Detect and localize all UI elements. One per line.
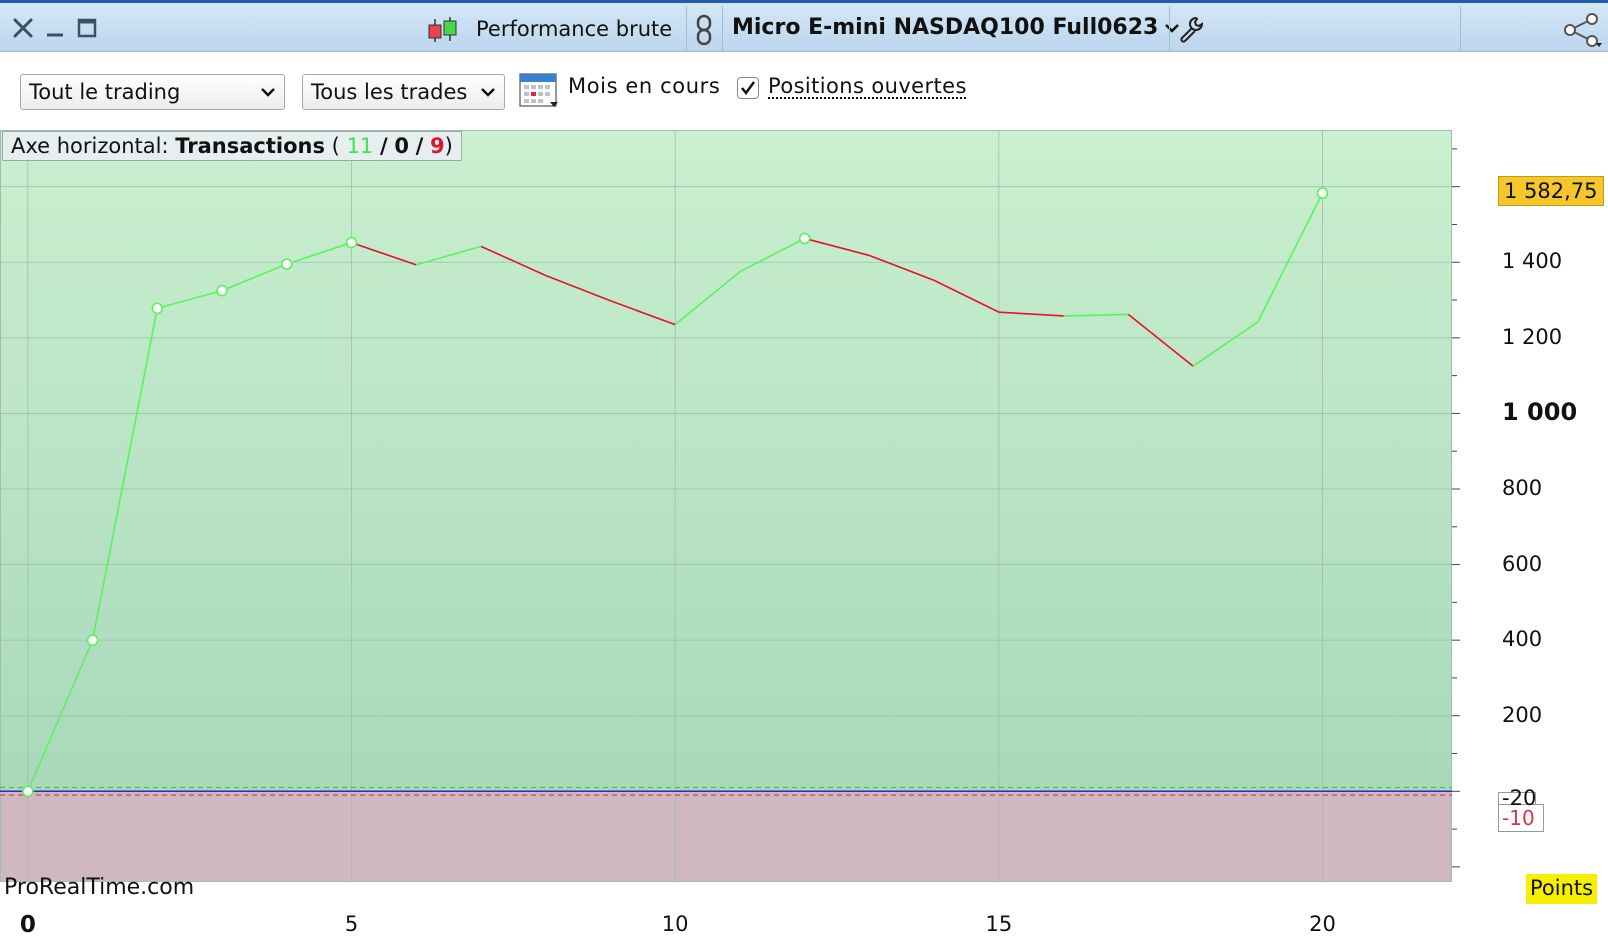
equity-marker[interactable] xyxy=(151,302,164,315)
x-tick-label: 10 xyxy=(661,912,689,936)
open-positions-checkbox[interactable] xyxy=(737,77,759,99)
losing-trades-count: 9 xyxy=(430,134,445,158)
axis-prefix: Axe horizontal: xyxy=(11,134,169,158)
open-paren: ( xyxy=(331,134,340,158)
title-bar: Performance brute Micro E-mini NASDAQ100… xyxy=(0,0,1608,52)
equity-marker[interactable] xyxy=(86,634,99,646)
last-value-label: 1 582,75 xyxy=(1498,176,1604,207)
separator xyxy=(1169,6,1170,52)
period-label[interactable]: Mois en cours xyxy=(568,74,720,98)
y-tick-label: 1 200 xyxy=(1502,324,1563,349)
y-tick-label: 600 xyxy=(1502,551,1543,576)
equity-marker[interactable] xyxy=(22,785,34,798)
y-tick-label: 1 400 xyxy=(1502,249,1563,274)
instrument-selector[interactable]: Micro E-mini NASDAQ100 Full0623 xyxy=(732,15,1180,40)
equity-marker[interactable] xyxy=(345,236,358,249)
window-title: Performance brute xyxy=(476,17,673,41)
x-tick-label: 0 xyxy=(19,912,36,938)
slash: / xyxy=(415,134,424,158)
y-tick-label: 200 xyxy=(1502,702,1543,727)
unit-label: Points xyxy=(1526,874,1598,904)
open-positions-label[interactable]: Positions ouvertes xyxy=(768,74,967,98)
equity-chart xyxy=(0,130,1460,882)
x-tick-label: 15 xyxy=(985,912,1013,936)
y-tick-label: 800 xyxy=(1502,475,1543,500)
share-icon[interactable] xyxy=(1562,13,1604,49)
instrument-name: Micro E-mini NASDAQ100 Full0623 xyxy=(732,15,1159,40)
link-icon[interactable] xyxy=(692,13,716,47)
y-tick-label: -20 xyxy=(1502,785,1537,810)
equity-marker[interactable] xyxy=(216,284,228,297)
slash: / xyxy=(379,134,388,158)
axis-mode-badge[interactable]: Axe horizontal: Transactions ( 11 / 0 / … xyxy=(2,131,462,161)
negative-area xyxy=(0,791,1452,882)
x-tick-label: 20 xyxy=(1309,912,1336,936)
separator xyxy=(1460,6,1461,52)
y-tick-label: 1 000 xyxy=(1502,398,1578,427)
positive-area xyxy=(0,130,1452,792)
candlestick-icon xyxy=(426,15,460,45)
y-axis xyxy=(1452,148,1460,868)
separator xyxy=(686,6,687,52)
chevron-down-icon xyxy=(481,88,495,97)
wrench-icon[interactable] xyxy=(1178,15,1206,43)
toolbar: Tout le trading Tous les trades Mois en … xyxy=(0,52,1608,130)
close-icon[interactable] xyxy=(10,15,36,41)
scope-select[interactable]: Tout le trading xyxy=(20,74,285,110)
trades-select-value: Tous les trades xyxy=(311,80,468,104)
x-tick-label: 5 xyxy=(344,912,359,936)
equity-marker[interactable] xyxy=(280,258,293,270)
watermark: ProRealTime.com xyxy=(4,875,195,900)
scope-select-value: Tout le trading xyxy=(29,80,181,104)
separator xyxy=(722,6,723,52)
calendar-icon[interactable] xyxy=(518,70,560,110)
checkmark-icon xyxy=(741,81,756,96)
maximize-icon[interactable] xyxy=(74,15,100,41)
minimize-icon[interactable] xyxy=(42,15,68,41)
axis-mode: Transactions xyxy=(175,134,325,158)
close-paren: ) xyxy=(444,134,453,158)
winning-trades-count: 11 xyxy=(346,134,374,158)
neutral-trades-count: 0 xyxy=(394,134,409,158)
y-tick-label: 400 xyxy=(1502,627,1543,652)
equity-marker[interactable] xyxy=(798,232,811,245)
chevron-down-icon xyxy=(261,88,275,97)
equity-marker[interactable] xyxy=(1316,187,1329,200)
trades-select[interactable]: Tous les trades xyxy=(302,74,505,110)
